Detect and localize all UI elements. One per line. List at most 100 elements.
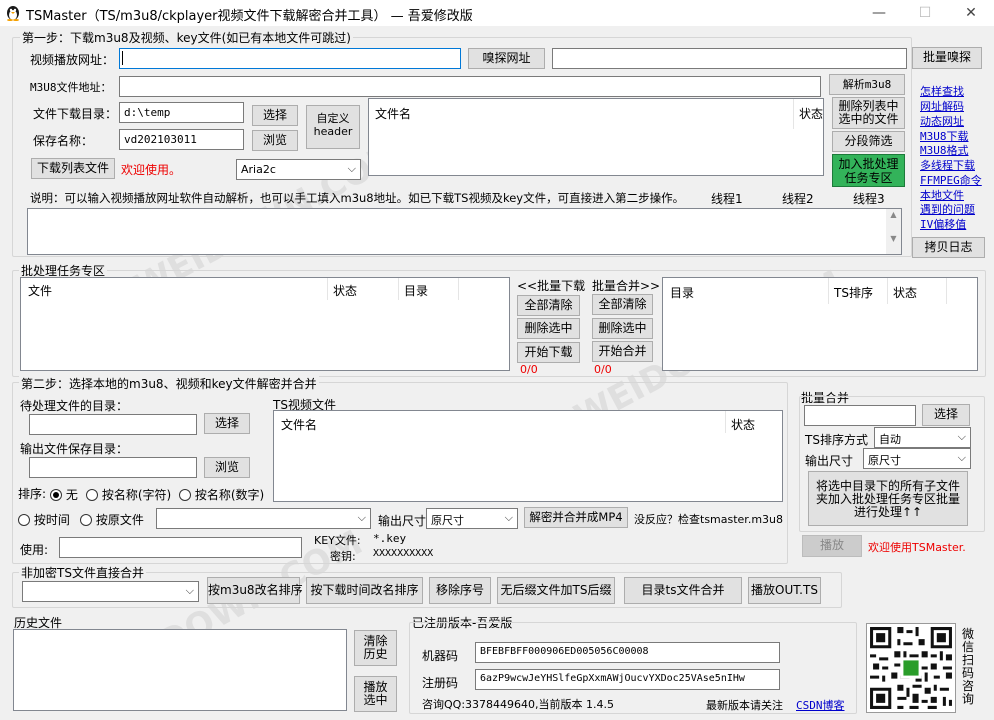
- decrypt-merge-button[interactable]: 解密并合并成MP4: [524, 507, 628, 528]
- batch-merge-list[interactable]: 目录 TS排序 状态: [662, 277, 978, 371]
- app-penguin-icon: [7, 6, 19, 21]
- batch-merge-select-button[interactable]: 选择: [922, 404, 970, 426]
- maximize-button[interactable]: ☐: [902, 0, 948, 26]
- sort-radio-none[interactable]: 无: [50, 486, 78, 503]
- thread2-label: 线程2: [782, 192, 814, 206]
- ts-sort-select[interactable]: 自动 ⌵: [874, 427, 971, 448]
- welcome-text: 欢迎使用。: [121, 163, 182, 177]
- ts-file-list[interactable]: 文件名 状态: [273, 410, 783, 502]
- csdn-blog-link[interactable]: CSDN博客: [796, 697, 845, 713]
- col-file[interactable]: 文件: [28, 282, 52, 299]
- text-cursor: [122, 51, 123, 65]
- col-filename[interactable]: 文件名: [281, 416, 317, 433]
- browse-button[interactable]: 浏览: [252, 130, 298, 151]
- machine-code-input[interactable]: BFEBFBFF000906ED005056C00008: [475, 642, 780, 663]
- sort-radio-original[interactable]: 按原文件: [80, 511, 144, 528]
- close-button[interactable]: ✕: [948, 0, 994, 26]
- batch-delete-selected-right-button[interactable]: 删除选中: [592, 318, 653, 339]
- batch-merge-dir-input[interactable]: [804, 405, 916, 426]
- link-m3u8-format[interactable]: M3U8格式: [920, 142, 969, 158]
- col-status[interactable]: 状态: [893, 284, 917, 301]
- video-url-input[interactable]: [119, 48, 461, 69]
- merge-dir-ts-button[interactable]: 目录ts文件合并: [624, 577, 742, 604]
- link-multithread[interactable]: 多线程下载: [920, 157, 975, 173]
- link-dynamic-url[interactable]: 动态网址: [920, 113, 964, 129]
- output-dir-input[interactable]: [29, 457, 197, 478]
- use-label: 使用:: [20, 543, 49, 557]
- m3u8-url-input[interactable]: [119, 76, 821, 97]
- clear-history-button[interactable]: 清除历史: [354, 630, 397, 666]
- wechat-scan-text: 微信扫码咨询: [962, 627, 975, 706]
- add-to-batch-button[interactable]: 加入批处理任务专区: [832, 154, 905, 187]
- download-dir-input[interactable]: d:\temp: [119, 102, 244, 123]
- col-filename[interactable]: 文件名: [375, 105, 411, 122]
- batch-delete-selected-left-button[interactable]: 删除选中: [517, 318, 580, 339]
- m3u8-file-select[interactable]: ⌵: [156, 508, 371, 529]
- log-scrollbar[interactable]: ▲ ▼: [886, 209, 901, 254]
- use-input[interactable]: [59, 537, 302, 558]
- start-download-button[interactable]: 开始下载: [517, 342, 580, 363]
- batch-output-size-select[interactable]: 原尺寸 ⌵: [863, 448, 971, 469]
- col-dir[interactable]: 目录: [404, 282, 428, 299]
- batch-clear-all-left-button[interactable]: 全部清除: [517, 295, 580, 316]
- pending-dir-label: 待处理文件的目录：: [20, 399, 129, 413]
- add-ts-suffix-button[interactable]: 无后缀文件加TS后缀: [497, 577, 615, 604]
- col-status[interactable]: 状态: [333, 282, 357, 299]
- step2-legend: 第二步：选择本地的m3u8、视频和key文件解密并合并: [19, 375, 319, 392]
- link-how-to-find[interactable]: 怎样查找: [920, 83, 964, 99]
- step1-legend: 第一步：下载m3u8及视频、key文件(如已有本地文件可跳过): [20, 29, 353, 46]
- link-iv-offset[interactable]: IV偏移值: [920, 216, 966, 232]
- rename-by-m3u8-button[interactable]: 按m3u8改名排序: [207, 577, 303, 604]
- batch-download-list[interactable]: 文件 状态 目录: [20, 277, 510, 371]
- download-list-file-button[interactable]: 下载列表文件: [31, 158, 115, 179]
- reg-code-input[interactable]: 6azP9wcwJeYHSlfeGpXxmAWjOucvYXDoc25VAse5…: [475, 669, 780, 690]
- custom-header-button[interactable]: 自定义 header: [306, 105, 360, 149]
- play-selected-button[interactable]: 播放选中: [354, 676, 397, 712]
- log-textarea[interactable]: [27, 208, 902, 255]
- key-value: XXXXXXXXXX: [373, 548, 434, 559]
- downloader-select[interactable]: Aria2c ⌵: [236, 159, 361, 180]
- link-url-decode[interactable]: 网址解码: [920, 98, 964, 114]
- radio-icon: [50, 489, 62, 501]
- remove-index-button[interactable]: 移除序号: [429, 577, 491, 604]
- batch-clear-all-right-button[interactable]: 全部清除: [592, 294, 653, 315]
- pending-dir-select-button[interactable]: 选择: [204, 413, 250, 434]
- segment-filter-button[interactable]: 分段筛选: [832, 131, 905, 152]
- sniff-url-button[interactable]: 嗅探网址: [468, 48, 545, 69]
- parse-m3u8-button[interactable]: 解析m3u8: [829, 74, 905, 95]
- link-problems[interactable]: 遇到的问题: [920, 201, 975, 217]
- minimize-button[interactable]: —: [856, 0, 902, 26]
- play-button[interactable]: 播放: [802, 535, 862, 557]
- machine-code-label: 机器码: [422, 649, 459, 663]
- radio-icon: [18, 514, 30, 526]
- play-out-ts-button[interactable]: 播放OUT.TS: [748, 577, 821, 604]
- col-status[interactable]: 状态: [799, 105, 823, 122]
- pending-dir-input[interactable]: [29, 414, 197, 435]
- rename-by-time-button[interactable]: 按下载时间改名排序: [306, 577, 423, 604]
- key-file-label: KEY文件:: [314, 534, 361, 547]
- download-file-list[interactable]: 文件名 状态: [368, 98, 824, 176]
- batch-sniff-input[interactable]: [552, 48, 907, 69]
- sort-radio-time[interactable]: 按时间: [18, 511, 70, 528]
- copy-log-button[interactable]: 拷贝日志: [912, 237, 985, 258]
- add-subfolders-button[interactable]: 将选中目录下的所有子文件夹加入批处理任务专区批量进行处理↑↑: [808, 471, 968, 526]
- link-ffmpeg[interactable]: FFMPEG命令: [920, 172, 982, 188]
- download-dir-select-button[interactable]: 选择: [252, 105, 298, 126]
- start-merge-button[interactable]: 开始合并: [592, 341, 653, 362]
- thread3-label: 线程3: [853, 192, 885, 206]
- col-ts-sort[interactable]: TS排序: [834, 284, 873, 301]
- key-label: 密钥:: [330, 550, 356, 563]
- output-dir-browse-button[interactable]: 浏览: [204, 457, 250, 478]
- batch-merge-title: 批量合并>>: [592, 279, 661, 293]
- batch-sniff-button[interactable]: 批量嗅探: [912, 47, 982, 69]
- delete-selected-files-button[interactable]: 删除列表中选中的文件: [832, 97, 905, 129]
- download-dir-label: 文件下载目录：: [33, 107, 118, 121]
- history-list[interactable]: [13, 629, 347, 711]
- sort-radio-name-char[interactable]: 按名称(字符): [86, 486, 171, 503]
- col-dir[interactable]: 目录: [670, 284, 694, 301]
- sort-radio-name-num[interactable]: 按名称(数字): [179, 486, 264, 503]
- col-status[interactable]: 状态: [731, 416, 755, 433]
- output-size-select[interactable]: 原尺寸 ⌵: [426, 508, 518, 529]
- plain-merge-select[interactable]: ⌵: [22, 581, 199, 602]
- save-name-input[interactable]: vd202103011: [119, 129, 244, 150]
